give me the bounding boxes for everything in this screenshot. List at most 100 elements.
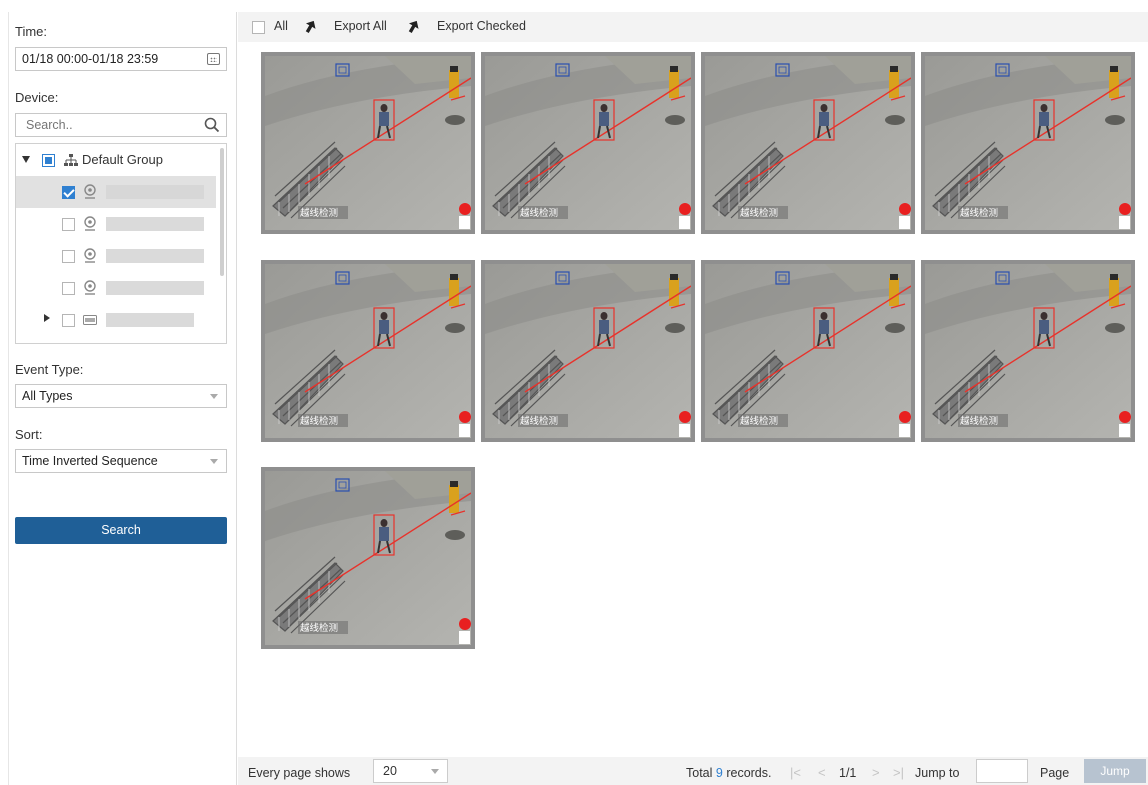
page-indicator: 1/1	[839, 766, 857, 780]
export-arrow-icon	[305, 20, 316, 33]
time-label: Time:	[15, 24, 48, 39]
event-snapshot: 越线检测	[265, 471, 471, 645]
tree-group-default[interactable]: Default Group	[16, 144, 216, 176]
camera-name-redacted	[106, 281, 204, 295]
select-all-label[interactable]: All	[274, 19, 288, 33]
overlay-label: 越线检测	[300, 415, 338, 427]
device-label: Device:	[15, 90, 59, 105]
event-type-select[interactable]: All Types	[15, 384, 227, 408]
jump-to-label: Jump to	[915, 766, 960, 780]
select-all-checkbox[interactable]	[252, 21, 265, 34]
total-count: 9	[715, 766, 723, 780]
camera-icon	[84, 184, 96, 199]
jump-button[interactable]: Jump	[1084, 759, 1146, 783]
event-snapshot: 越线检测	[705, 56, 911, 230]
tree-scrollbar[interactable]	[220, 148, 224, 276]
event-snapshot: 越线检测	[925, 264, 1131, 438]
jump-page-input[interactable]	[976, 759, 1028, 783]
event-thumbnail[interactable]: 越线检测	[921, 52, 1135, 234]
chevron-down-icon	[210, 459, 218, 464]
camera-name-redacted	[106, 185, 204, 199]
camera-checkbox[interactable]	[62, 218, 75, 231]
sort-label: Sort:	[15, 427, 43, 442]
event-thumbnail[interactable]: 越线检测	[481, 52, 695, 234]
event-snapshot: 越线检测	[705, 264, 911, 438]
collapse-arrow-icon[interactable]	[44, 314, 50, 322]
page-size-value: 20	[383, 764, 397, 778]
pagination-bar: Every page shows 20 Total 9 records. |< …	[238, 757, 1148, 785]
camera-icon	[84, 248, 96, 263]
expand-arrow-icon[interactable]	[22, 156, 30, 163]
event-type-value: All Types	[22, 389, 73, 403]
every-page-label: Every page shows	[248, 766, 351, 780]
overlay-label: 越线检测	[520, 207, 558, 219]
overlay-label: 越线检测	[740, 415, 778, 427]
chevron-down-icon	[210, 394, 218, 399]
camera-checkbox[interactable]	[62, 282, 75, 295]
overlay-label: 越线检测	[960, 207, 998, 219]
results-toolbar: All Export All Export Checked	[238, 12, 1148, 42]
event-snapshot: 越线检测	[265, 56, 471, 230]
tree-item-camera[interactable]	[16, 176, 216, 208]
tree-item-camera[interactable]	[16, 240, 216, 272]
event-thumbnail[interactable]: 越线检测	[921, 260, 1135, 442]
overlay-label: 越线检测	[740, 207, 778, 219]
camera-name-redacted	[106, 249, 204, 263]
event-snapshot: 越线检测	[485, 264, 691, 438]
total-suffix: records.	[726, 766, 772, 780]
event-thumbnail[interactable]: 越线检测	[261, 52, 475, 234]
nvr-device-icon	[83, 315, 97, 325]
camera-icon	[84, 280, 96, 295]
tree-item-camera[interactable]	[16, 272, 216, 304]
event-thumbnail[interactable]: 越线检测	[701, 260, 915, 442]
device-search-field[interactable]	[15, 113, 227, 137]
first-page-icon[interactable]: |<	[790, 765, 801, 780]
event-thumbnail[interactable]: 越线检测	[261, 260, 475, 442]
calendar-icon[interactable]	[207, 53, 220, 65]
sort-value: Time Inverted Sequence	[22, 454, 158, 468]
tree-item-camera[interactable]	[16, 208, 216, 240]
app-root: Time: 01/18 00:00-01/18 23:59 Device: Se…	[0, 0, 1148, 785]
event-snapshot: 越线检测	[925, 56, 1131, 230]
group-checkbox[interactable]	[42, 154, 55, 167]
nvr-name-redacted	[106, 313, 194, 327]
camera-checkbox[interactable]	[62, 250, 75, 263]
export-checked-button[interactable]: Export Checked	[437, 19, 526, 33]
overlay-label: 越线检测	[300, 622, 338, 634]
event-thumbnail-grid: 越线检测 越线检测 越线检测 越线检测 越线检测 越线检测 越线检测 越线检测 …	[238, 42, 1148, 742]
event-snapshot: 越线检测	[265, 264, 471, 438]
group-label: Default Group	[82, 152, 163, 167]
event-snapshot: 越线检测	[485, 56, 691, 230]
event-thumbnail[interactable]: 越线检测	[481, 260, 695, 442]
camera-name-redacted	[106, 217, 204, 231]
overlay-label: 越线检测	[520, 415, 558, 427]
overlay-label: 越线检测	[300, 207, 338, 219]
chevron-down-icon	[431, 769, 439, 774]
sort-select[interactable]: Time Inverted Sequence	[15, 449, 227, 473]
camera-icon	[84, 216, 96, 231]
event-thumbnail[interactable]: 越线检测	[261, 467, 475, 649]
time-range-field[interactable]: 01/18 00:00-01/18 23:59	[15, 47, 227, 71]
next-page-icon[interactable]: >	[872, 765, 880, 780]
time-range-value: 01/18 00:00-01/18 23:59	[22, 52, 159, 66]
camera-checkbox[interactable]	[62, 186, 75, 199]
page-label: Page	[1040, 766, 1070, 780]
device-search-input[interactable]	[22, 115, 187, 135]
search-icon[interactable]	[204, 117, 220, 133]
search-button[interactable]: Search	[15, 517, 227, 544]
last-page-icon[interactable]: >|	[893, 765, 904, 780]
export-all-button[interactable]: Export All	[334, 19, 387, 33]
filter-panel: Time: 01/18 00:00-01/18 23:59 Device: Se…	[8, 12, 237, 785]
event-type-label: Event Type:	[15, 362, 84, 377]
tree-item-nvr[interactable]	[16, 304, 216, 336]
total-records: Total 9 records.	[686, 766, 771, 780]
organization-icon	[64, 154, 78, 166]
nvr-checkbox[interactable]	[62, 314, 75, 327]
prev-page-icon[interactable]: <	[818, 765, 826, 780]
total-prefix: Total	[686, 766, 713, 780]
page-size-select[interactable]: 20	[373, 759, 448, 783]
event-thumbnail[interactable]: 越线检测	[701, 52, 915, 234]
export-arrow-icon	[408, 20, 419, 33]
overlay-label: 越线检测	[960, 415, 998, 427]
device-tree: Default Group	[15, 143, 227, 344]
